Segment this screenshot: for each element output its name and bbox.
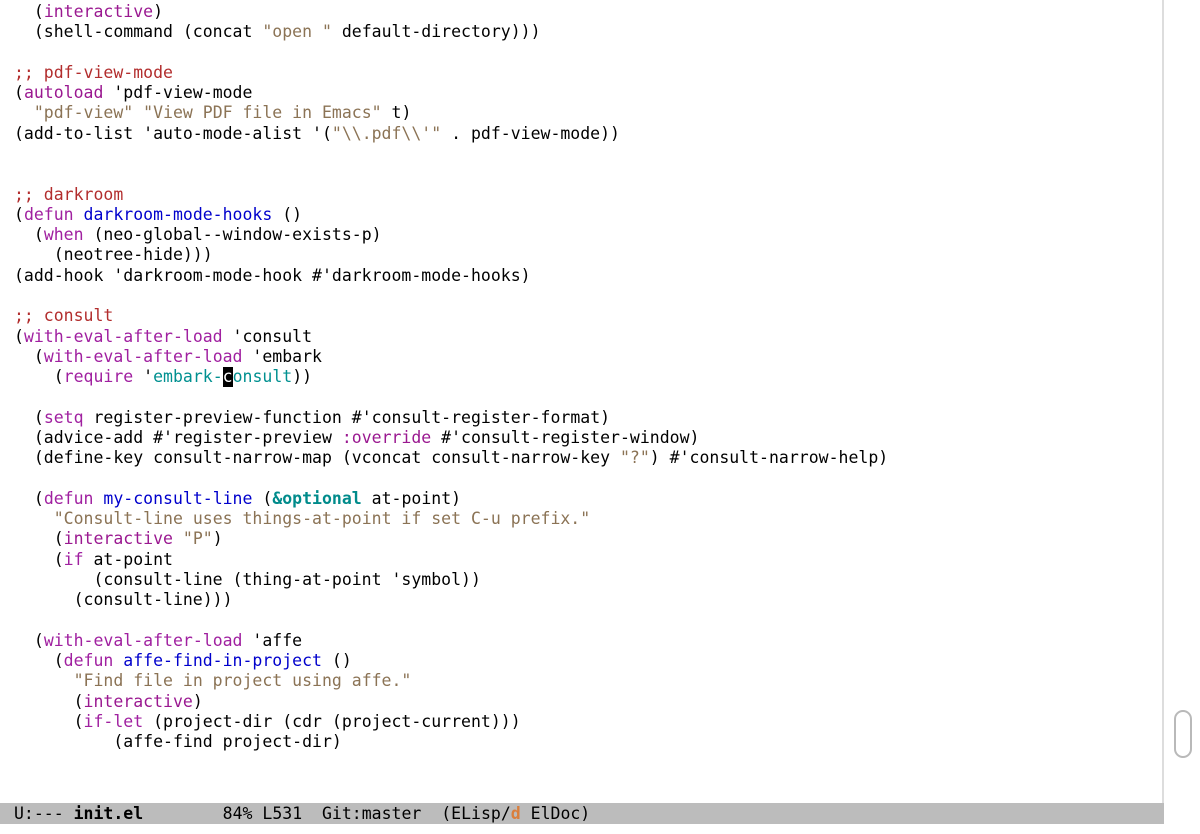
code-line: (autoload 'pdf-view-mode [14,83,252,102]
code-line: (with-eval-after-load 'embark [14,347,322,366]
code-buffer[interactable]: (interactive) (shell-command (concat "op… [0,0,1164,752]
code-line: (define-key consult-narrow-map (vconcat … [14,448,888,467]
code-line: (require 'embark-consult)) [14,367,312,386]
major-mode: (ELisp [421,804,500,823]
code-line: (add-hook 'darkroom-mode-hook #'darkroom… [14,266,531,285]
modeline-status: U:--- [14,804,74,823]
code-line: (interactive) [14,692,203,711]
position-percent: 84% [223,804,253,823]
code-line: (if at-point [14,550,173,569]
line-number: L531 [252,804,302,823]
code-line: (defun darkroom-mode-hooks () [14,205,302,224]
code-line: ;; darkroom [14,185,123,204]
code-line: (neotree-hide))) [14,245,213,264]
scrollbar-thumb[interactable] [1174,710,1192,758]
code-line: ;; consult [14,306,113,325]
code-line: (with-eval-after-load 'consult [14,327,312,346]
code-line: "pdf-view" "View PDF file in Emacs" t) [14,103,411,122]
code-line: (if-let (project-dir (cdr (project-curre… [14,712,521,731]
code-line: (interactive) [14,2,163,21]
code-line: (shell-command (concat "open " default-d… [14,22,541,41]
scrollbar-track[interactable] [1164,0,1200,834]
code-line: (defun affe-find-in-project () [14,651,352,670]
code-line: ;; pdf-view-mode [14,63,173,82]
text-cursor: c [223,367,233,387]
code-line: (interactive "P") [14,529,223,548]
code-line: (with-eval-after-load 'affe [14,631,302,650]
code-line: (when (neo-global--window-exists-p) [14,225,382,244]
code-line: (consult-line (thing-at-point 'symbol)) [14,570,481,589]
code-line: (advice-add #'register-preview :override… [14,428,699,447]
code-line: (add-to-list 'auto-mode-alist '("\\.pdf\… [14,124,620,143]
code-line: (affe-find project-dir) [14,732,342,751]
code-line: (consult-line))) [14,590,233,609]
code-line: (setq register-preview-function #'consul… [14,408,610,427]
git-branch: Git:master [302,804,421,823]
code-line: "Consult-line uses things-at-point if se… [14,509,590,528]
code-line: (defun my-consult-line (&optional at-poi… [14,489,461,508]
modeline[interactable]: U:--- init.el 84% L531 Git:master (ELisp… [0,803,1164,824]
code-line: "Find file in project using affe." [14,671,411,690]
buffer-name: init.el [74,804,144,823]
editor-pane[interactable]: (interactive) (shell-command (concat "op… [0,0,1164,834]
